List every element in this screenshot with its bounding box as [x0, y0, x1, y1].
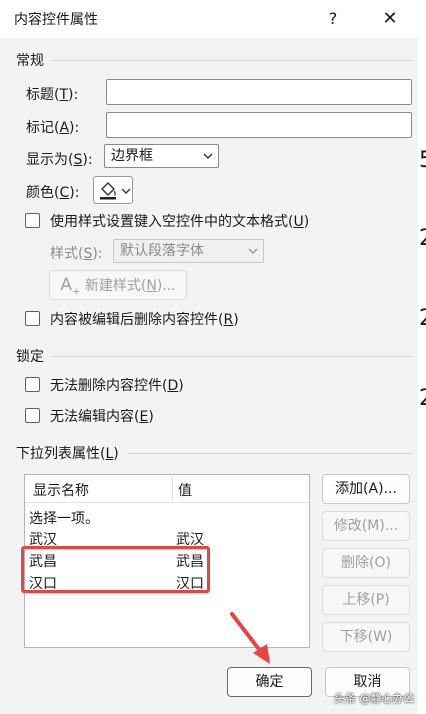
chevron-down-icon: [248, 248, 258, 254]
show-as-label: 显示为(S):: [26, 152, 93, 168]
style-label: 样式(S):: [50, 246, 103, 262]
item-display-name: 选择一项。: [29, 511, 99, 527]
move-down-button[interactable]: 下移(W): [322, 622, 410, 652]
chevron-down-icon: [121, 188, 131, 194]
close-button[interactable]: ✕: [372, 4, 408, 34]
cannot-edit-label: 无法编辑内容(E): [50, 409, 154, 425]
cannot-edit-checkbox[interactable]: [25, 408, 40, 423]
cannot-delete-label: 无法删除内容控件(D): [50, 378, 184, 394]
list-header: 显示名称 值: [25, 475, 309, 503]
lock-section-title: 锁定: [16, 349, 44, 365]
column-header-value[interactable]: 值: [178, 480, 192, 500]
red-arrow-annotation-icon: [230, 612, 270, 664]
background-glyph: 2: [419, 386, 426, 426]
tag-input[interactable]: [106, 112, 412, 138]
watermark: 头条 @静心办公: [334, 692, 415, 705]
remove-when-edited-label: 内容被编辑后删除内容控件(R): [50, 312, 239, 328]
color-picker-button[interactable]: [93, 176, 133, 204]
column-separator: [172, 477, 173, 501]
modify-button[interactable]: 修改(M)...: [322, 511, 410, 541]
show-as-select[interactable]: 边界框: [104, 144, 219, 168]
move-up-button[interactable]: 上移(P): [322, 585, 410, 615]
tag-label: 标记(A):: [26, 120, 80, 136]
delete-button[interactable]: 删除(O): [322, 548, 410, 578]
background-glyph: 5: [419, 148, 426, 188]
style-select[interactable]: 默认段落字体: [113, 239, 264, 263]
ok-button[interactable]: 确定: [227, 667, 312, 697]
paint-bucket-icon: [100, 182, 116, 200]
dropdown-section-title: 下拉列表属性(L): [16, 446, 119, 462]
cannot-delete-checkbox[interactable]: [25, 377, 40, 392]
content-control-properties-dialog: 内容控件属性 ? ✕ 常规 标题(T): 标记(A): 显示为(S): 边界框 …: [0, 0, 426, 714]
general-divider: [52, 60, 412, 61]
font-plus-icon: A+: [60, 275, 81, 298]
general-section-title: 常规: [16, 53, 44, 69]
chevron-down-icon: [203, 153, 213, 159]
use-style-label: 使用样式设置键入空控件中的文本格式(U): [50, 214, 310, 230]
title-input[interactable]: [106, 79, 412, 105]
add-button[interactable]: 添加(A)...: [322, 474, 410, 504]
highlight-annotation-box: [21, 546, 210, 593]
dropdown-divider: [128, 453, 412, 454]
help-button[interactable]: ?: [318, 4, 348, 34]
lock-divider: [52, 356, 412, 357]
background-document-edge: [418, 38, 426, 714]
color-label: 颜色(C):: [26, 185, 80, 201]
window-title: 内容控件属性: [14, 12, 98, 28]
new-style-button[interactable]: A+ 新建样式(N)...: [49, 270, 187, 300]
background-glyph: 2: [419, 226, 426, 266]
background-glyph: 2: [419, 306, 426, 346]
title-label: 标题(T):: [26, 87, 79, 103]
title-bar: 内容控件属性 ? ✕: [0, 0, 426, 38]
use-style-checkbox[interactable]: [25, 213, 40, 228]
column-header-display-name[interactable]: 显示名称: [33, 480, 89, 500]
remove-when-edited-checkbox[interactable]: [25, 311, 40, 326]
